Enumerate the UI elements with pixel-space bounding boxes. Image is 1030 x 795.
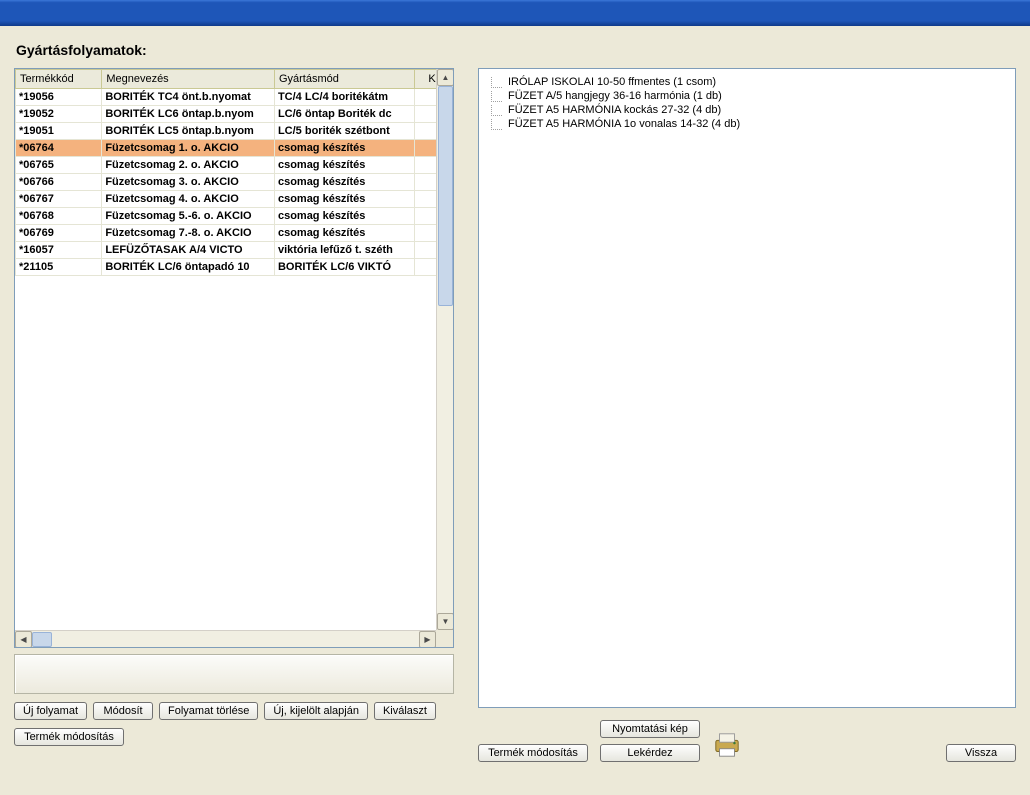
cell-gyartasmod: LC/6 öntap Boriték dc	[274, 106, 414, 123]
cell-termekkod: *06764	[16, 140, 102, 157]
cell-termekkod: *06765	[16, 157, 102, 174]
scroll-thumb-v[interactable]	[438, 86, 453, 306]
nyomtatasi-kep-button[interactable]: Nyomtatási kép	[600, 720, 700, 738]
cell-termekkod: *06766	[16, 174, 102, 191]
vissza-button[interactable]: Vissza	[946, 744, 1016, 762]
cell-megnevezes: Füzetcsomag 1. o. AKCIO	[102, 140, 275, 157]
cell-termekkod: *19056	[16, 89, 102, 106]
cell-gyartasmod: csomag készítés	[274, 174, 414, 191]
col-gyartasmod[interactable]: Gyártásmód	[274, 70, 414, 89]
cell-termekkod: *06768	[16, 208, 102, 225]
right-btn-col-mid: Nyomtatási kép Lekérdez	[600, 720, 700, 762]
cell-megnevezes: Füzetcsomag 3. o. AKCIO	[102, 174, 275, 191]
cell-termekkod: *06767	[16, 191, 102, 208]
table-row[interactable]: *19051BORITÉK LC5 öntap.b.nyomLC/5 borit…	[16, 123, 453, 140]
scroll-up-icon[interactable]: ▲	[437, 69, 453, 86]
grid-box: Termékkód Megnevezés Gyártásmód Kód *190…	[14, 68, 454, 648]
cell-gyartasmod: BORITÉK LC/6 VIKTÓ	[274, 259, 414, 276]
cell-megnevezes: BORITÉK LC6 öntap.b.nyom	[102, 106, 275, 123]
cell-gyartasmod: LC/5 boriték szétbont	[274, 123, 414, 140]
cell-gyartasmod: viktória lefűző t. széth	[274, 242, 414, 259]
left-panel: Termékkód Megnevezés Gyártásmód Kód *190…	[14, 68, 454, 762]
table-row[interactable]: *21105BORITÉK LC/6 öntapadó 10BORITÉK LC…	[16, 259, 453, 276]
table-row[interactable]: *06769Füzetcsomag 7.-8. o. AKCIOcsomag k…	[16, 225, 453, 242]
uj-kijelolt-alapjan-button[interactable]: Új, kijelölt alapján	[264, 702, 368, 720]
table-row[interactable]: *06766Füzetcsomag 3. o. AKCIOcsomag kész…	[16, 174, 453, 191]
cell-gyartasmod: csomag készítés	[274, 208, 414, 225]
filter-panel	[14, 654, 454, 694]
cell-termekkod: *16057	[16, 242, 102, 259]
uj-folyamat-button[interactable]: Új folyamat	[14, 702, 87, 720]
page-title: Gyártásfolyamatok:	[16, 42, 1016, 58]
right-panel: IRÓLAP ISKOLAI 10-50 ffmentes (1 csom)FÜ…	[478, 68, 1016, 762]
left-button-row-2: Termék módosítás	[14, 728, 454, 746]
table-row[interactable]: *06765Füzetcsomag 2. o. AKCIOcsomag kész…	[16, 157, 453, 174]
cell-megnevezes: BORITÉK LC/6 öntapadó 10	[102, 259, 275, 276]
cell-megnevezes: BORITÉK TC4 önt.b.nyomat	[102, 89, 275, 106]
table-row[interactable]: *19052BORITÉK LC6 öntap.b.nyomLC/6 öntap…	[16, 106, 453, 123]
left-button-row-1: Új folyamat Módosít Folyamat törlése Új,…	[14, 702, 454, 720]
scroll-left-icon[interactable]: ◀	[15, 631, 32, 647]
right-bottom-bar: Termék módosítás Nyomtatási kép Lekérdez	[478, 720, 1016, 762]
cell-termekkod: *19052	[16, 106, 102, 123]
col-megnevezes[interactable]: Megnevezés	[102, 70, 275, 89]
folyamat-torlese-button[interactable]: Folyamat törlése	[159, 702, 258, 720]
right-btn-col-left: Termék módosítás	[478, 744, 588, 762]
scroll-down-icon[interactable]: ▼	[437, 613, 453, 630]
cell-termekkod: *06769	[16, 225, 102, 242]
termek-modositas-button-right[interactable]: Termék módosítás	[478, 744, 588, 762]
title-bar	[0, 0, 1030, 26]
modosit-button[interactable]: Módosít	[93, 702, 153, 720]
list-item[interactable]: FÜZET A5 HARMÓNIA kockás 27-32 (4 db)	[487, 103, 1007, 117]
table-row[interactable]: *06767Füzetcsomag 4. o. AKCIOcsomag kész…	[16, 191, 453, 208]
content-row: Termékkód Megnevezés Gyártásmód Kód *190…	[14, 68, 1016, 762]
scroll-corner	[436, 630, 453, 647]
cell-gyartasmod: csomag készítés	[274, 191, 414, 208]
cell-gyartasmod: csomag készítés	[274, 225, 414, 242]
grid-scroll-body: Termékkód Megnevezés Gyártásmód Kód *190…	[15, 69, 453, 647]
cell-megnevezes: Füzetcsomag 4. o. AKCIO	[102, 191, 275, 208]
cell-megnevezes: Füzetcsomag 2. o. AKCIO	[102, 157, 275, 174]
list-item[interactable]: IRÓLAP ISKOLAI 10-50 ffmentes (1 csom)	[487, 75, 1007, 89]
cell-gyartasmod: csomag készítés	[274, 140, 414, 157]
tree-box[interactable]: IRÓLAP ISKOLAI 10-50 ffmentes (1 csom)FÜ…	[478, 68, 1016, 708]
cell-megnevezes: Füzetcsomag 7.-8. o. AKCIO	[102, 225, 275, 242]
window-body: Gyártásfolyamatok: Termékkód Megnevezés …	[0, 26, 1030, 772]
cell-termekkod: *21105	[16, 259, 102, 276]
grid-header-row: Termékkód Megnevezés Gyártásmód Kód	[16, 70, 453, 89]
cell-gyartasmod: TC/4 LC/4 boritékátm	[274, 89, 414, 106]
kivalaszt-button[interactable]: Kiválaszt	[374, 702, 436, 720]
cell-gyartasmod: csomag készítés	[274, 157, 414, 174]
col-termekkod[interactable]: Termékkód	[16, 70, 102, 89]
table-row[interactable]: *06768Füzetcsomag 5.-6. o. AKCIOcsomag k…	[16, 208, 453, 225]
list-item[interactable]: FÜZET A/5 hangjegy 36-16 harmónia (1 db)	[487, 89, 1007, 103]
cell-megnevezes: LEFÜZŐTASAK A/4 VICTO	[102, 242, 275, 259]
grid-table[interactable]: Termékkód Megnevezés Gyártásmód Kód *190…	[15, 69, 453, 276]
cell-megnevezes: Füzetcsomag 5.-6. o. AKCIO	[102, 208, 275, 225]
scroll-right-icon[interactable]: ▶	[419, 631, 436, 647]
list-item[interactable]: FÜZET A5 HARMÓNIA 1o vonalas 14-32 (4 db…	[487, 117, 1007, 131]
printer-icon[interactable]	[712, 731, 742, 762]
table-row[interactable]: *16057LEFÜZŐTASAK A/4 VICTOviktória lefű…	[16, 242, 453, 259]
horizontal-scrollbar[interactable]: ◀ ▶	[15, 630, 436, 647]
right-btn-col-right: Vissza	[946, 744, 1016, 762]
scroll-thumb-h[interactable]	[32, 632, 52, 647]
vertical-scrollbar[interactable]: ▲ ▼	[436, 69, 453, 630]
termek-modositas-button-left[interactable]: Termék módosítás	[14, 728, 124, 746]
lekerdezes-button[interactable]: Lekérdez	[600, 744, 700, 762]
table-row[interactable]: *06764Füzetcsomag 1. o. AKCIOcsomag kész…	[16, 140, 453, 157]
cell-termekkod: *19051	[16, 123, 102, 140]
cell-megnevezes: BORITÉK LC5 öntap.b.nyom	[102, 123, 275, 140]
table-row[interactable]: *19056BORITÉK TC4 önt.b.nyomatTC/4 LC/4 …	[16, 89, 453, 106]
